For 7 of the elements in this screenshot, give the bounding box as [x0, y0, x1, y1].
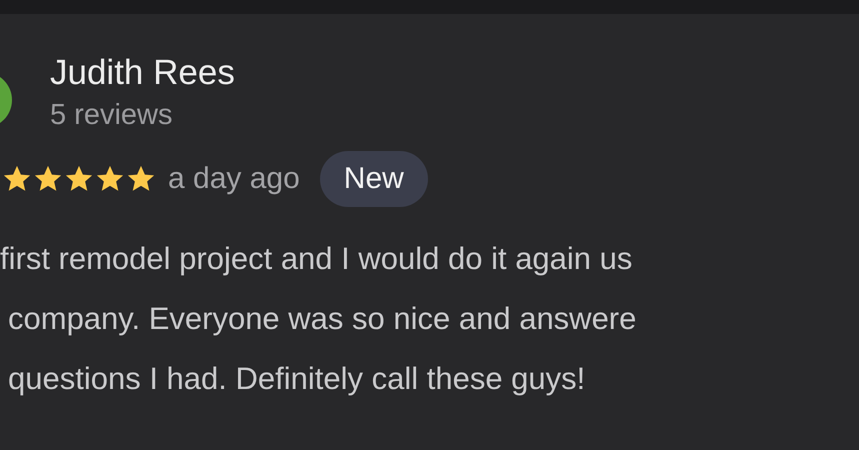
review-text-line: first remodel project and I would do it again us	[0, 240, 634, 278]
review-time: a day ago	[168, 162, 300, 196]
review-count: 5 reviews	[50, 98, 174, 133]
new-badge: New	[320, 151, 428, 207]
review-text-line: company. Everyone was so nice and answere	[8, 300, 638, 338]
author-name: Judith Rees	[50, 52, 235, 94]
review-text-line: questions I had. Definitely call these guys!	[8, 360, 586, 398]
